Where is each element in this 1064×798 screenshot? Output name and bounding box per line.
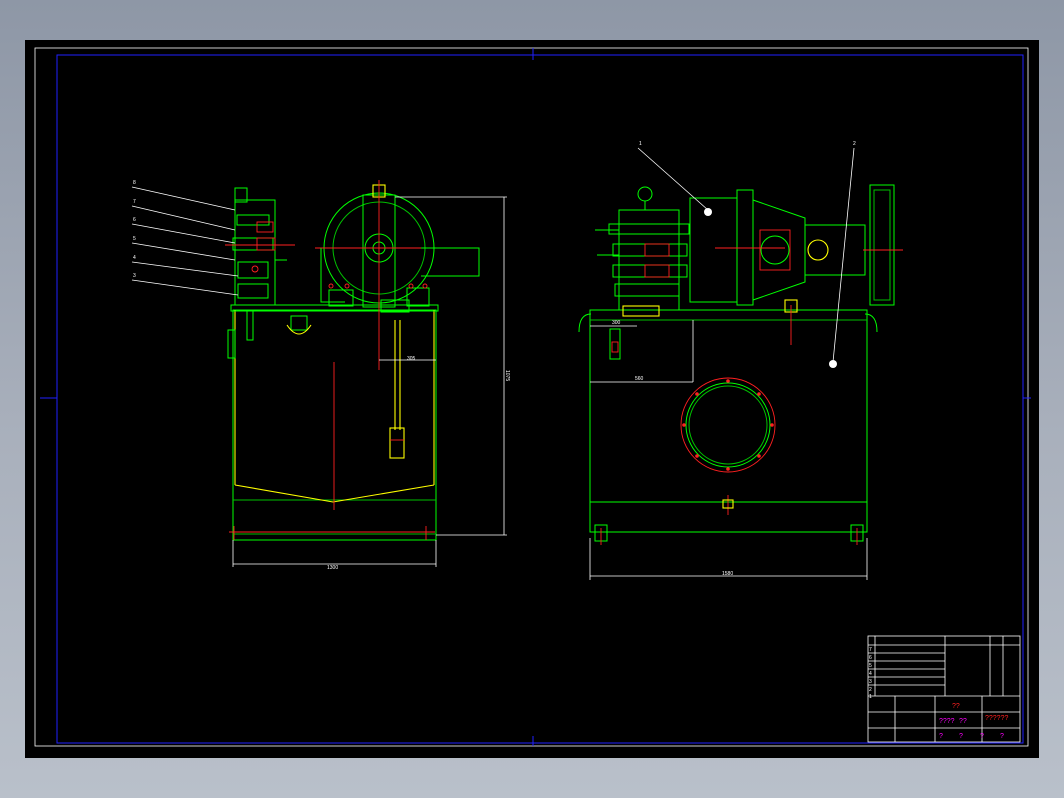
tank-sloped-bottom	[234, 484, 435, 503]
title-name: ??????	[985, 715, 1008, 722]
svg-text:1: 1	[869, 694, 872, 700]
balloon-1-dot	[704, 208, 712, 216]
balloon-3: 3	[133, 273, 136, 279]
title-f: ?	[1000, 733, 1004, 740]
right-tank-body	[589, 309, 868, 503]
svg-text:3: 3	[869, 679, 872, 685]
title-a: ????	[939, 718, 955, 725]
balloon-4: 4	[133, 255, 136, 261]
title-b: ??	[959, 718, 967, 725]
title-block: 7 6 5 4 3 2 1 ?? ?????? ???? ?? ? ? ? ?	[867, 635, 1021, 743]
right-valve-block	[618, 209, 680, 311]
right-dim-b: 560	[635, 376, 644, 382]
right-view: 1580 300 560 1 2	[578, 141, 903, 580]
inspection-cover	[680, 377, 776, 473]
inner-frame	[56, 54, 1024, 744]
balloon-7: 7	[133, 199, 136, 205]
title-d: ?	[959, 733, 963, 740]
svg-text:6: 6	[869, 655, 872, 661]
cad-drawing: 1300 305 1075 8 7 6 5 4 3 1580 300 560 1…	[34, 47, 1031, 747]
balloon-1: 1	[639, 141, 642, 147]
balloon-8: 8	[133, 180, 136, 186]
title-qq: ??	[952, 703, 960, 710]
svg-text:2: 2	[869, 687, 872, 693]
left-width-dim: 1300	[327, 565, 338, 571]
left-top-dim: 305	[407, 356, 416, 362]
left-height-dim: 1075	[504, 370, 510, 381]
cad-viewport[interactable]: 1300 305 1075 8 7 6 5 4 3 1580 300 560 1…	[25, 40, 1039, 758]
right-width-dim: 1580	[722, 571, 733, 577]
balloon-2: 2	[853, 141, 856, 147]
title-e: ?	[980, 733, 984, 740]
suction-filter	[389, 427, 405, 459]
balloon-2-dot	[829, 360, 837, 368]
title-c: ?	[939, 733, 943, 740]
outer-frame	[34, 47, 1029, 747]
balloon-6: 6	[133, 217, 136, 223]
right-dim-a: 300	[612, 320, 621, 326]
balloon-5: 5	[133, 236, 136, 242]
left-tank-body	[232, 309, 437, 541]
svg-text:4: 4	[869, 671, 872, 677]
left-view: 1300 305 1075 8 7 6 5 4 3	[131, 180, 510, 571]
svg-text:5: 5	[869, 663, 872, 669]
svg-text:7: 7	[869, 647, 872, 653]
